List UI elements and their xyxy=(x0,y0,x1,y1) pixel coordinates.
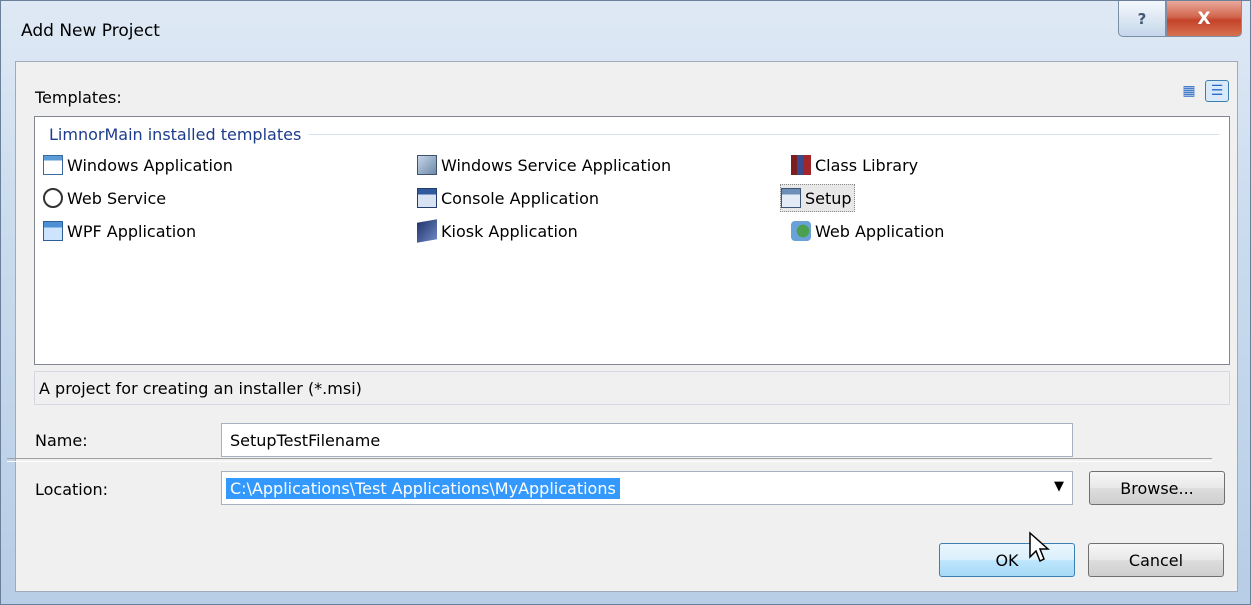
template-label: Web Service xyxy=(67,188,167,208)
template-web-application[interactable]: Web Application xyxy=(791,217,946,245)
dialog-body: Templates: ▦ ☰ LimnorMain installed temp… xyxy=(15,61,1238,592)
group-header-divider xyxy=(309,134,1219,135)
templates-label: Templates: xyxy=(35,88,122,107)
wpf-application-icon xyxy=(43,221,63,241)
windows-application-icon xyxy=(43,155,63,175)
templates-group-header: LimnorMain installed templates xyxy=(49,125,1219,144)
template-label: WPF Application xyxy=(67,221,197,241)
web-service-icon xyxy=(43,188,63,208)
template-label: Windows Application xyxy=(67,155,233,175)
location-label: Location: xyxy=(35,480,109,499)
template-console-application[interactable]: Console Application xyxy=(417,184,601,212)
name-field[interactable]: SetupTestFilename xyxy=(221,423,1073,457)
title-buttons: ? X xyxy=(1118,1,1242,37)
console-application-icon xyxy=(417,188,437,208)
templates-list: LimnorMain installed templates Windows A… xyxy=(34,116,1230,365)
chevron-down-icon[interactable]: ▼ xyxy=(1054,479,1064,494)
small-icons-view-icon[interactable]: ☰ xyxy=(1205,80,1229,102)
template-windows-application[interactable]: Windows Application xyxy=(43,151,235,179)
close-button[interactable]: X xyxy=(1166,1,1242,37)
name-label: Name: xyxy=(35,431,88,450)
template-class-library[interactable]: Class Library xyxy=(791,151,920,179)
cancel-button[interactable]: Cancel xyxy=(1088,543,1224,577)
template-label: Web Application xyxy=(815,221,945,241)
windows-service-icon xyxy=(417,155,437,175)
mouse-cursor-icon xyxy=(1029,531,1050,563)
footer-separator xyxy=(7,458,1212,462)
template-kiosk-application[interactable]: Kiosk Application xyxy=(417,217,580,245)
large-icons-view-icon[interactable]: ▦ xyxy=(1177,80,1201,102)
template-setup[interactable]: Setup xyxy=(780,184,855,212)
setup-icon xyxy=(781,188,801,208)
template-label: Windows Service Application xyxy=(441,155,672,175)
template-description: A project for creating an installer (*.m… xyxy=(34,371,1230,405)
browse-button[interactable]: Browse... xyxy=(1089,471,1225,505)
template-web-service[interactable]: Web Service xyxy=(43,184,168,212)
template-label: Class Library xyxy=(815,155,919,175)
help-button[interactable]: ? xyxy=(1118,1,1166,37)
template-label: Console Application xyxy=(441,188,599,208)
template-label: Setup xyxy=(805,188,852,208)
ok-button[interactable]: OK xyxy=(939,543,1075,577)
template-label: Kiosk Application xyxy=(441,221,578,241)
kiosk-application-icon xyxy=(417,219,437,243)
add-new-project-dialog: Add New Project ? X Templates: ▦ ☰ Limno… xyxy=(0,0,1251,605)
view-toggles: ▦ ☰ xyxy=(1177,80,1229,102)
title-bar: Add New Project ? X xyxy=(1,1,1250,61)
template-windows-service-application[interactable]: Windows Service Application xyxy=(417,151,673,179)
location-combobox[interactable]: C:\Applications\Test Applications\MyAppl… xyxy=(221,471,1073,505)
web-application-icon xyxy=(791,221,811,241)
template-wpf-application[interactable]: WPF Application xyxy=(43,217,198,245)
group-header-label: LimnorMain installed templates xyxy=(49,125,302,144)
dialog-title: Add New Project xyxy=(21,21,160,41)
location-value: C:\Applications\Test Applications\MyAppl… xyxy=(226,477,620,499)
class-library-icon xyxy=(791,155,811,175)
